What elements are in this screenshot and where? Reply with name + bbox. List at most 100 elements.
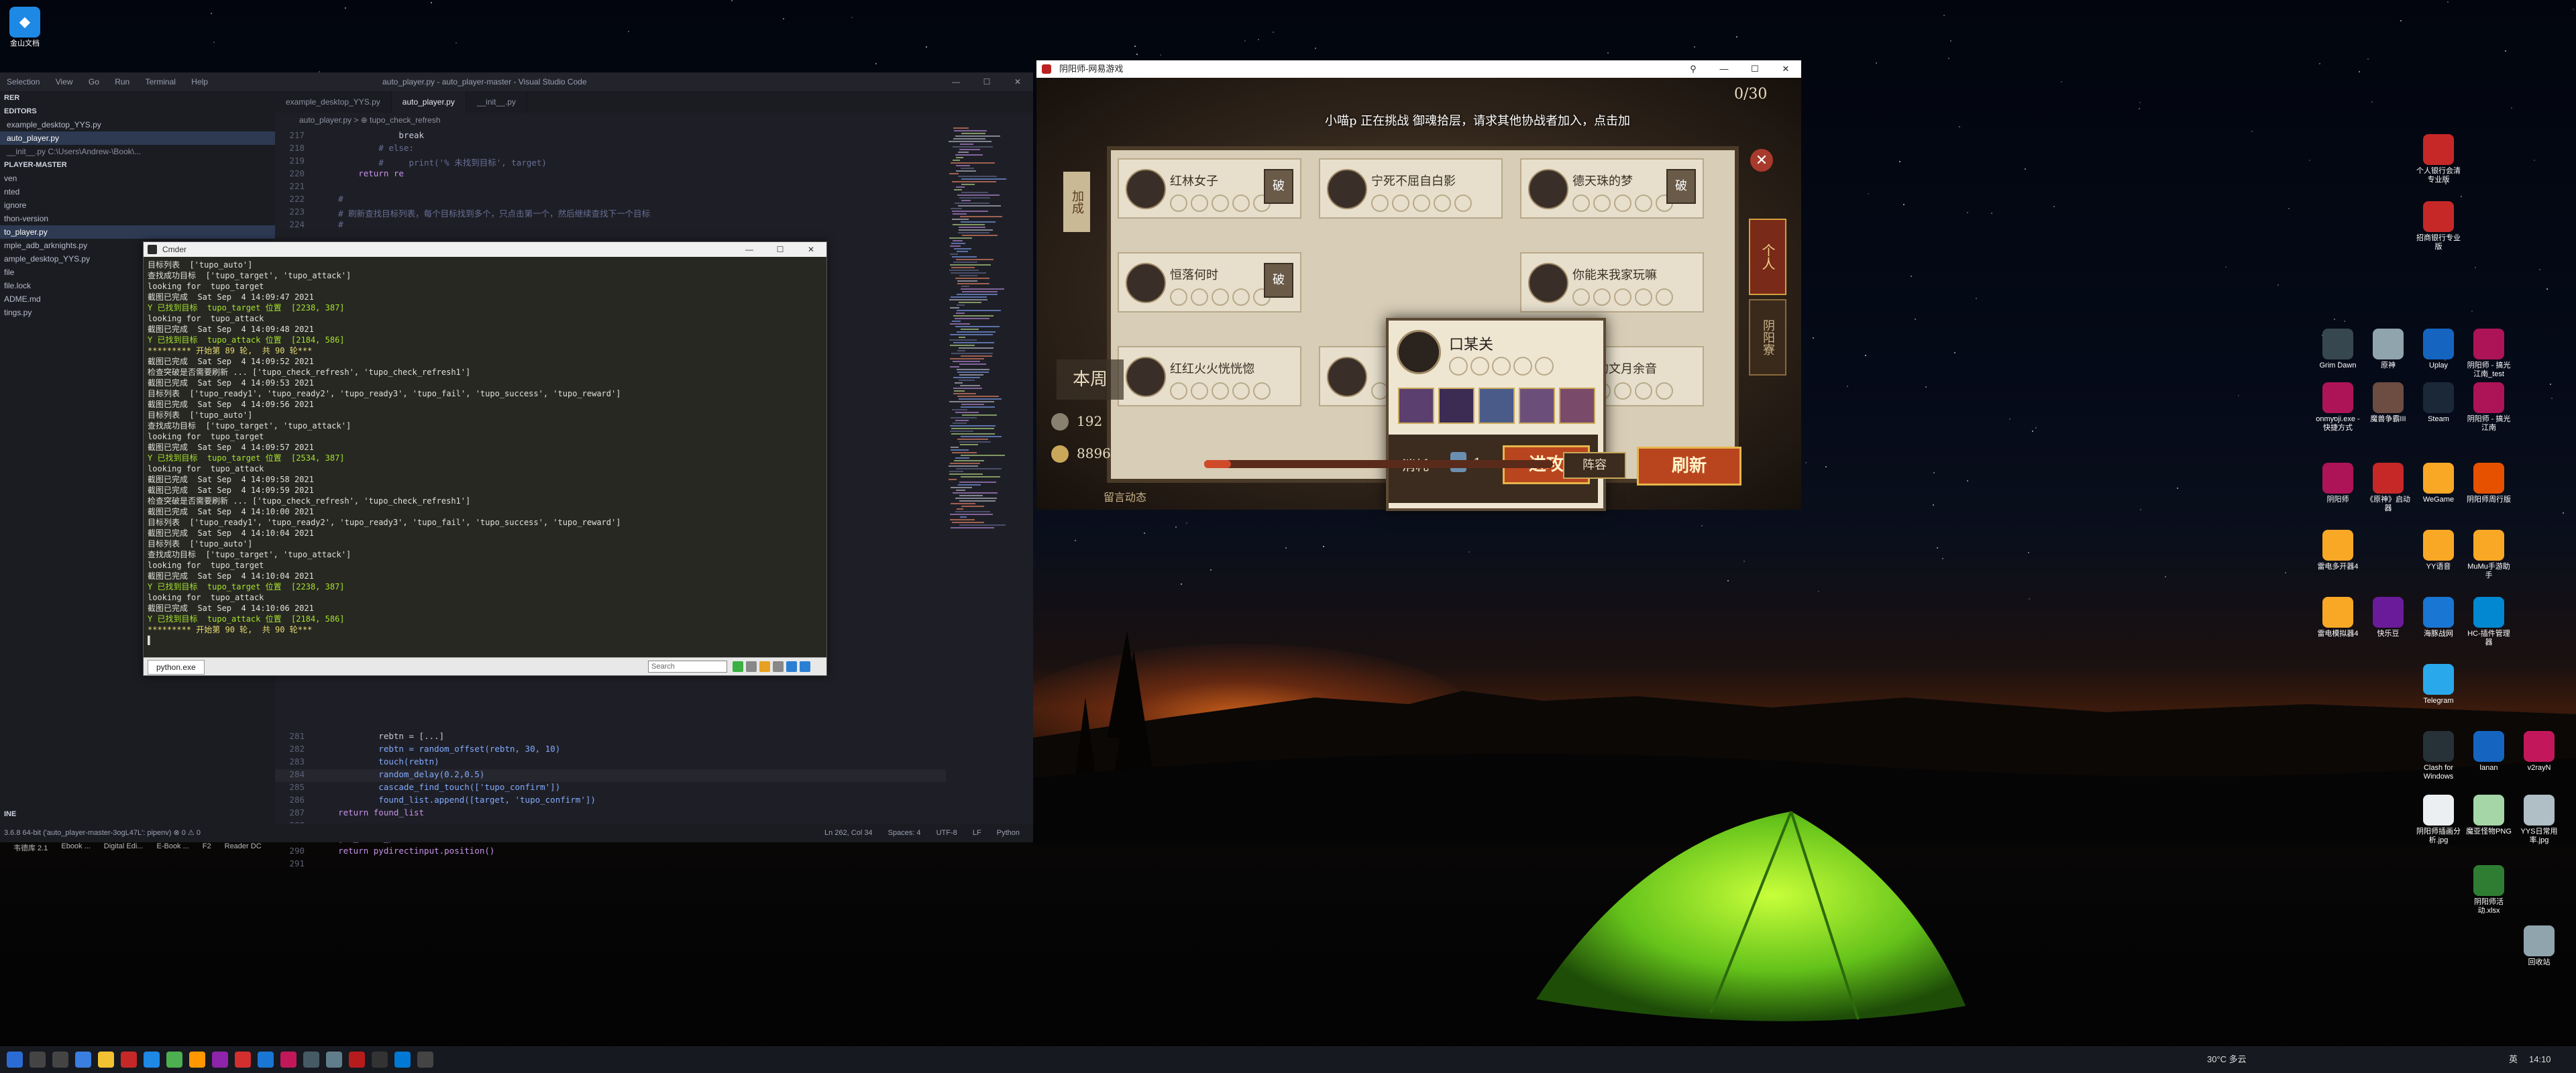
game-titlebar[interactable]: 阴阳师-网易游戏 ⚲ — ☐ ✕ [1036, 60, 1801, 78]
app-icon[interactable] [212, 1052, 228, 1068]
cmder-window[interactable]: Cmder — ☐ ✕ 目标列表 ['tupo_auto'] 查找成功目标 ['t… [143, 241, 827, 676]
open-editor-item[interactable]: auto_player.py [0, 131, 275, 145]
code-line[interactable]: cascade_find_touch(['tupo_confirm']) [318, 782, 560, 792]
refresh-button[interactable]: 刷新 [1637, 447, 1741, 486]
desktop-icon[interactable]: Uplay [2415, 329, 2462, 370]
desktop-icon[interactable]: 《原神》启动器 [2365, 463, 2412, 513]
code-line[interactable]: return pydirectinput.position() [318, 846, 494, 856]
invite-banner[interactable]: 小喵p 正在挑战 御魂拾层，请求其他协战者加入，点击加 [1325, 111, 1630, 129]
chrome-icon[interactable] [166, 1052, 182, 1068]
file-item[interactable]: nted [0, 185, 275, 199]
code-line[interactable]: # [318, 194, 343, 204]
desktop-icon[interactable]: 阴阳师 [2314, 463, 2361, 504]
close-icon[interactable]: ✕ [1002, 72, 1033, 91]
guild-tab[interactable]: 阴阳寮 [1749, 299, 1786, 376]
desktop-icon[interactable]: Grim Dawn [2314, 329, 2361, 370]
weather-widget[interactable]: 30°C 多云 [2207, 1046, 2247, 1073]
minimize-icon[interactable]: — [1709, 60, 1739, 78]
app-icon[interactable] [326, 1052, 342, 1068]
desktop-icon[interactable]: lanan [2465, 731, 2512, 773]
menu-terminal[interactable]: Terminal [146, 77, 176, 87]
minimap[interactable] [946, 127, 1020, 530]
game-scene[interactable]: 0/30 小喵p 正在挑战 御魂拾层，请求其他协战者加入，点击加 加成 ✕ 个人… [1036, 78, 1801, 511]
desktop-icon[interactable]: 雷电模拟器4 [2314, 597, 2361, 638]
search-input[interactable]: Search [648, 661, 727, 673]
desktop-icon[interactable]: 快乐豆 [2365, 597, 2412, 638]
desktop-icon[interactable]: 阴阳师周行版 [2465, 463, 2512, 504]
task-view-icon[interactable] [52, 1052, 68, 1068]
outline-header[interactable]: INE [0, 807, 16, 821]
file-item[interactable]: to_player.py [0, 225, 275, 239]
desktop-icon[interactable]: 阴阳师 - 搞光 江南 [2465, 382, 2512, 433]
tab-init[interactable]: __init__.py [466, 91, 527, 113]
file-item[interactable]: ven [0, 172, 275, 185]
desktop-icon[interactable]: Clash for Windows [2415, 731, 2462, 781]
menu-go[interactable]: Go [89, 77, 99, 87]
lock-icon[interactable] [759, 661, 770, 672]
desktop-icon[interactable]: Telegram [2415, 664, 2462, 705]
desktop-icon[interactable]: YYS日常用率.jpg [2516, 795, 2563, 845]
game-window[interactable]: 阴阳师-网易游戏 ⚲ — ☐ ✕ 0/30 小喵p 正在挑战 御魂拾层，请求其他… [1036, 60, 1801, 511]
line-ending[interactable]: LF [973, 829, 981, 837]
menu-run[interactable]: Run [115, 77, 129, 87]
code-line[interactable]: return re [318, 168, 404, 178]
code-line[interactable]: rebtn = [...] [318, 731, 444, 741]
indentation[interactable]: Spaces: 4 [888, 829, 921, 837]
app-icon[interactable] [144, 1052, 160, 1068]
file-explorer-icon[interactable] [98, 1052, 114, 1068]
menu-help[interactable]: Help [191, 77, 208, 87]
code-line[interactable]: # print('% 未找到目标', target) [318, 156, 547, 168]
app-icon[interactable] [258, 1052, 274, 1068]
app-icon[interactable] [121, 1052, 137, 1068]
bonus-tag[interactable]: 加成 [1063, 172, 1090, 232]
desktop-icon[interactable]: 招商银行专业版 [2415, 201, 2462, 251]
split-icon[interactable] [786, 661, 797, 672]
pin-icon[interactable]: ⚲ [1678, 60, 1709, 78]
open-editors-header[interactable]: EDITORS [0, 105, 275, 118]
code-line[interactable]: # 刷新查找目标列表，每个目标找到多个，只点击第一个，然后继续查找下一个目标 [318, 207, 650, 219]
desktop-icon[interactable]: 阴阳师插画分析.jpg [2415, 795, 2462, 845]
code-line[interactable]: return found_list [318, 807, 424, 817]
search-icon[interactable] [30, 1052, 46, 1068]
message-feed-button[interactable]: 留言动态 [1104, 488, 1146, 504]
desktop-label[interactable]: Reader DC [225, 842, 262, 853]
code-line[interactable]: # [318, 219, 343, 229]
add-tab-icon[interactable] [733, 661, 743, 672]
file-item[interactable]: ignore [0, 199, 275, 212]
minimize-icon[interactable]: — [734, 242, 765, 257]
console-tab[interactable]: python.exe [148, 660, 205, 675]
desktop-label[interactable]: 韦德库 2.1 [13, 842, 48, 853]
maximize-icon[interactable]: ☐ [971, 72, 1002, 91]
opponent-slot[interactable]: 红红火火恍恍惚 [1118, 346, 1301, 406]
cmder-titlebar[interactable]: Cmder — ☐ ✕ [144, 242, 826, 257]
app-icon[interactable] [75, 1052, 91, 1068]
desktop-icon[interactable]: 雷电多开器4 [2314, 530, 2361, 571]
desktop-label[interactable]: E-Book ... [156, 842, 189, 853]
code-line[interactable]: touch(rebtn) [318, 756, 439, 767]
desktop-icon[interactable]: Steam [2415, 382, 2462, 424]
close-icon[interactable]: ✕ [1750, 149, 1773, 172]
language-mode[interactable]: Python [997, 829, 1020, 837]
menu-selection[interactable]: Selection [7, 77, 40, 87]
tab-auto-player[interactable]: auto_player.py [391, 91, 466, 113]
desktop-icon[interactable]: 回收站 [2516, 925, 2563, 967]
ime-indicator[interactable]: 英 [2509, 1046, 2518, 1073]
code-line[interactable]: found_list.append([target, 'tupo_confirm… [318, 795, 596, 805]
desktop-icon[interactable]: HC-插件管理器 [2465, 597, 2512, 647]
desktop-label[interactable]: F2 [203, 842, 211, 853]
cursor-position[interactable]: Ln 262, Col 34 [824, 829, 873, 837]
pause-icon[interactable] [773, 661, 784, 672]
opponent-slot[interactable]: 德天珠的梦 破 [1520, 158, 1704, 219]
desktop-icon[interactable]: 阴阳师 - 搞光 江南_test [2465, 329, 2512, 379]
close-icon[interactable]: ✕ [1770, 60, 1801, 78]
opponent-slot[interactable]: 宁死不屈自白影 [1319, 158, 1503, 219]
code-line[interactable]: # else: [318, 143, 414, 153]
close-icon[interactable]: ✕ [796, 242, 826, 257]
opponent-slot[interactable]: 红林女子 破 [1118, 158, 1301, 219]
app-icon[interactable] [235, 1052, 251, 1068]
code-line[interactable]: break [318, 130, 424, 140]
personal-tab[interactable]: 个人 [1749, 219, 1786, 295]
desktop-icon[interactable]: 阴阳师活动.xlsx [2465, 865, 2512, 915]
app-icon[interactable] [303, 1052, 319, 1068]
desktop-icon[interactable]: 个人银行会清专业版 [2415, 134, 2462, 184]
